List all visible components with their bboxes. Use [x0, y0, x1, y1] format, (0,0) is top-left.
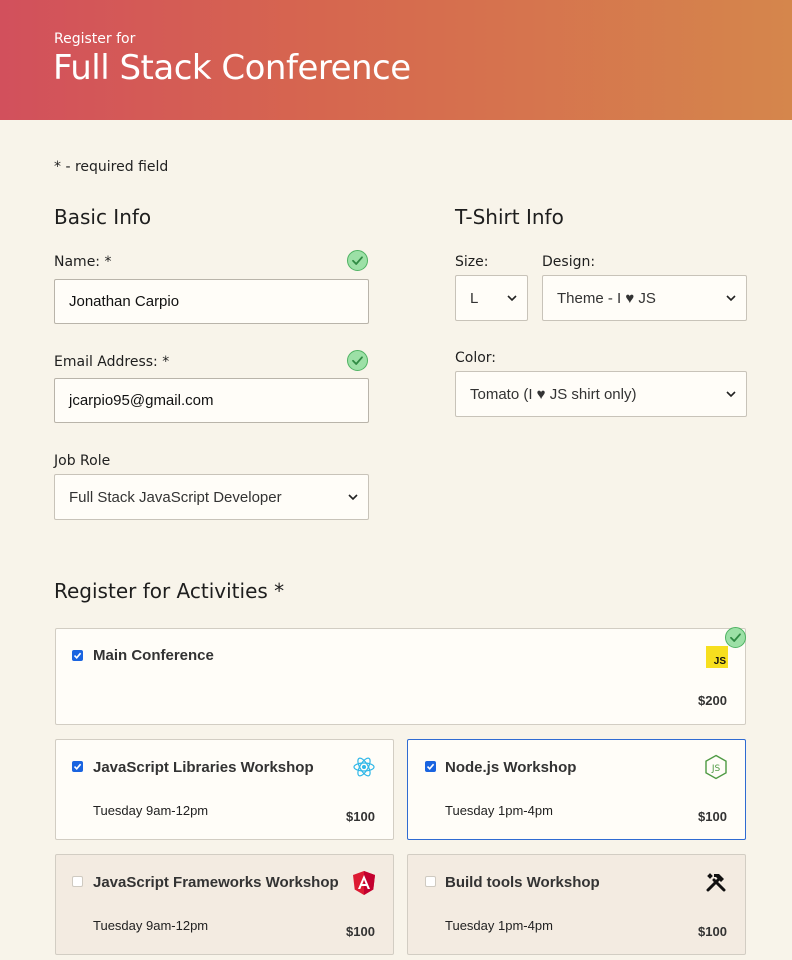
chevron-down-icon: [507, 295, 517, 302]
design-value: Theme - I ♥ JS: [557, 289, 656, 307]
name-label: Name: *: [54, 254, 112, 270]
js-libraries-checkbox[interactable]: [72, 761, 83, 772]
build-tools-checkbox[interactable]: [425, 876, 436, 887]
activity-price: $100: [346, 809, 375, 824]
js-frameworks-checkbox[interactable]: [72, 876, 83, 887]
activity-price: $100: [698, 924, 727, 939]
activity-name: Main Conference: [93, 647, 214, 664]
email-input[interactable]: jcarpio95@gmail.com: [54, 378, 369, 423]
color-select[interactable]: Tomato (I ♥ JS shirt only): [455, 371, 747, 417]
chevron-down-icon: [726, 295, 736, 302]
page-title: Full Stack Conference: [53, 48, 411, 88]
activity-card-js-libraries[interactable]: JavaScript Libraries Workshop Tuesday 9a…: [55, 739, 394, 840]
activity-time: Tuesday 9am-12pm: [93, 918, 209, 933]
activity-price: $100: [346, 924, 375, 939]
size-value: L: [470, 289, 479, 307]
chevron-down-icon: [348, 494, 358, 501]
activity-name: JavaScript Frameworks Workshop: [93, 874, 339, 891]
size-label: Size:: [455, 254, 489, 270]
required-field-note: * - required field: [54, 159, 168, 175]
activity-name: JavaScript Libraries Workshop: [93, 759, 314, 776]
react-icon: [353, 757, 375, 777]
svg-text:JS: JS: [711, 764, 721, 774]
design-label: Design:: [542, 254, 596, 270]
page-header: Register for Full Stack Conference: [0, 0, 792, 120]
activity-time: Tuesday 1pm-4pm: [445, 803, 553, 818]
tools-icon: [706, 873, 726, 892]
activity-card-js-frameworks[interactable]: JavaScript Frameworks Workshop Tuesday 9…: [55, 854, 394, 955]
activity-name: Node.js Workshop: [445, 759, 577, 776]
color-label: Color:: [455, 350, 497, 366]
activities-heading: Register for Activities *: [54, 579, 285, 603]
activity-card-build-tools[interactable]: Build tools Workshop Tuesday 1pm-4pm $10…: [407, 854, 746, 955]
activity-price: $200: [698, 693, 727, 708]
required-marker: *: [54, 159, 61, 175]
size-select[interactable]: L: [455, 275, 528, 321]
activity-card-nodejs[interactable]: Node.js Workshop JS Tuesday 1pm-4pm $100: [407, 739, 746, 840]
nodejs-icon: JS: [705, 754, 727, 780]
javascript-icon: JS: [706, 646, 728, 668]
required-marker: *: [274, 579, 285, 603]
job-role-value: Full Stack JavaScript Developer: [69, 488, 282, 506]
chevron-down-icon: [726, 391, 736, 398]
name-valid-check-icon: [347, 250, 368, 271]
design-select[interactable]: Theme - I ♥ JS: [542, 275, 747, 321]
angular-icon: [353, 871, 375, 895]
activity-time: Tuesday 9am-12pm: [93, 803, 209, 818]
required-note-text: - required field: [65, 159, 169, 175]
nodejs-checkbox[interactable]: [425, 761, 436, 772]
color-value: Tomato (I ♥ JS shirt only): [470, 385, 637, 403]
header-subtitle: Register for: [54, 31, 136, 47]
tshirt-info-heading: T-Shirt Info: [455, 205, 564, 229]
email-label: Email Address: *: [54, 354, 170, 370]
required-marker: *: [104, 254, 112, 270]
activity-name: Build tools Workshop: [445, 874, 600, 891]
email-valid-check-icon: [347, 350, 368, 371]
main-conference-checkbox[interactable]: [72, 650, 83, 661]
activities-valid-check-icon: [725, 627, 746, 648]
activity-price: $100: [698, 809, 727, 824]
basic-info-heading: Basic Info: [54, 205, 152, 229]
job-role-select[interactable]: Full Stack JavaScript Developer: [54, 474, 369, 520]
activity-card-main-conference[interactable]: Main Conference JS $200: [55, 628, 746, 725]
activity-time: Tuesday 1pm-4pm: [445, 918, 553, 933]
required-marker: *: [162, 354, 170, 370]
name-input[interactable]: Jonathan Carpio: [54, 279, 369, 324]
job-role-label: Job Role: [54, 453, 111, 469]
